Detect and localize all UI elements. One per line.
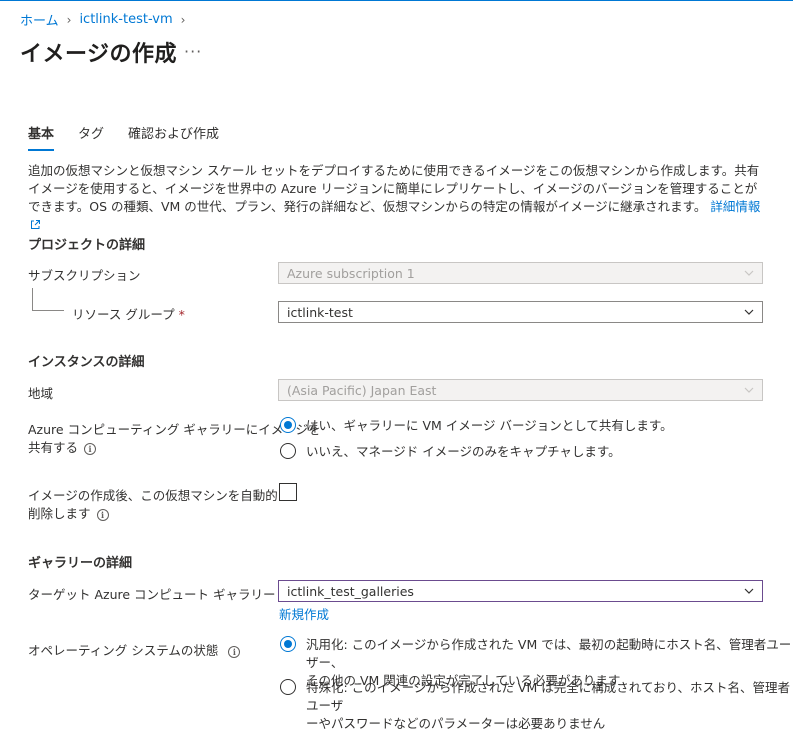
chevron-down-icon xyxy=(744,588,754,594)
target-gallery-value: ictlink_test_galleries xyxy=(287,583,414,599)
tab-bar: 基本 タグ 確認および作成 xyxy=(28,123,219,151)
specialized-option[interactable]: 特殊化: このイメージから作成された VM は完全に構成されており、ホスト名、管… xyxy=(280,679,793,733)
specialized-text: 特殊化: このイメージから作成された VM は完全に構成されており、ホスト名、管… xyxy=(306,679,793,733)
target-gallery-label: ターゲット Azure コンピュート ギャラリー*i xyxy=(28,584,308,603)
subscription-value: Azure subscription 1 xyxy=(287,265,415,281)
target-gallery-label-text: ターゲット Azure コンピュート ギャラリー xyxy=(28,587,276,602)
delete-vm-label-line2: 削除します xyxy=(28,506,91,521)
subscription-select[interactable]: Azure subscription 1 xyxy=(278,262,763,284)
region-value: (Asia Pacific) Japan East xyxy=(287,382,437,398)
generalized-text-line1: 汎用化: このイメージから作成された VM では、最初の起動時にホスト名、管理者… xyxy=(306,637,792,670)
resource-group-label: リソース グループ * xyxy=(72,304,185,323)
chevron-down-icon xyxy=(744,387,754,393)
subscription-label: サブスクリプション xyxy=(28,268,141,283)
share-yes-radio[interactable] xyxy=(280,417,296,433)
share-gallery-label-line2: 共有する xyxy=(28,440,79,455)
tab-tags[interactable]: タグ xyxy=(78,123,104,151)
resource-group-value: ictlink-test xyxy=(287,304,353,320)
breadcrumb: ホーム › ictlink-test-vm › xyxy=(20,10,193,29)
tree-connector-horizontal xyxy=(32,310,64,311)
learn-more-link[interactable]: 詳細情報 xyxy=(710,199,760,214)
share-gallery-label: Azure コンピューティング ギャラリーにイメージを 共有する i xyxy=(28,421,321,457)
generalized-radio[interactable] xyxy=(280,636,296,652)
share-yes-option[interactable]: はい、ギャラリーに VM イメージ バージョンとして共有します。 xyxy=(280,417,673,435)
resource-group-label-text: リソース グループ xyxy=(72,307,175,322)
breadcrumb-home[interactable]: ホーム xyxy=(20,10,59,29)
os-state-label-text: オペレーティング システムの状態 xyxy=(28,643,219,658)
external-link-icon[interactable] xyxy=(30,219,41,230)
breadcrumb-separator-icon: › xyxy=(66,12,72,27)
description-text: 追加の仮想マシンと仮想マシン スケール セットをデプロイするために使用できるイメ… xyxy=(28,163,760,214)
instance-details-heading: インスタンスの詳細 xyxy=(28,355,145,370)
create-new-gallery-link[interactable]: 新規作成 xyxy=(279,604,329,623)
chevron-down-icon xyxy=(744,270,754,276)
target-gallery-select[interactable]: ictlink_test_galleries xyxy=(278,580,763,602)
info-icon[interactable]: i xyxy=(96,508,109,521)
description: 追加の仮想マシンと仮想マシン スケール セットをデプロイするために使用できるイメ… xyxy=(28,162,768,234)
delete-vm-label-line1: イメージの作成後、この仮想マシンを自動的に xyxy=(28,488,291,503)
chevron-down-icon xyxy=(744,309,754,315)
os-state-label: オペレーティング システムの状態 i xyxy=(28,640,241,659)
info-icon[interactable]: i xyxy=(84,442,97,455)
gallery-details-heading: ギャラリーの詳細 xyxy=(28,556,133,571)
delete-vm-label: イメージの作成後、この仮想マシンを自動的に 削除します i xyxy=(28,487,290,523)
specialized-text-line1: 特殊化: このイメージから作成された VM は完全に構成されており、ホスト名、管… xyxy=(306,680,790,713)
delete-vm-checkbox[interactable] xyxy=(279,483,297,501)
info-icon[interactable]: i xyxy=(228,645,241,658)
region-label: 地域 xyxy=(28,386,54,401)
specialized-radio[interactable] xyxy=(280,679,296,695)
top-accent-line xyxy=(0,0,793,1)
tree-connector-vertical xyxy=(32,288,33,310)
share-no-radio[interactable] xyxy=(280,443,296,459)
required-mark: * xyxy=(178,307,185,322)
resource-group-select[interactable]: ictlink-test xyxy=(278,301,763,323)
page-title: イメージの作成 xyxy=(20,42,178,67)
share-no-option[interactable]: いいえ、マネージド イメージのみをキャプチャします。 xyxy=(280,443,621,461)
project-details-heading: プロジェクトの詳細 xyxy=(28,238,146,253)
share-gallery-label-line1: Azure コンピューティング ギャラリーにイメージを xyxy=(28,422,321,437)
tab-review-create[interactable]: 確認および作成 xyxy=(128,123,219,151)
more-options-button[interactable]: ··· xyxy=(184,42,202,61)
tab-basics[interactable]: 基本 xyxy=(28,123,55,151)
breadcrumb-separator-icon: › xyxy=(180,12,186,27)
share-no-text: いいえ、マネージド イメージのみをキャプチャします。 xyxy=(306,444,621,459)
breadcrumb-vm[interactable]: ictlink-test-vm xyxy=(79,12,172,27)
specialized-text-line2: ーやパスワードなどのパラメーターは必要ありません xyxy=(306,716,606,731)
region-select[interactable]: (Asia Pacific) Japan East xyxy=(278,379,763,401)
share-yes-text: はい、ギャラリーに VM イメージ バージョンとして共有します。 xyxy=(306,418,673,433)
